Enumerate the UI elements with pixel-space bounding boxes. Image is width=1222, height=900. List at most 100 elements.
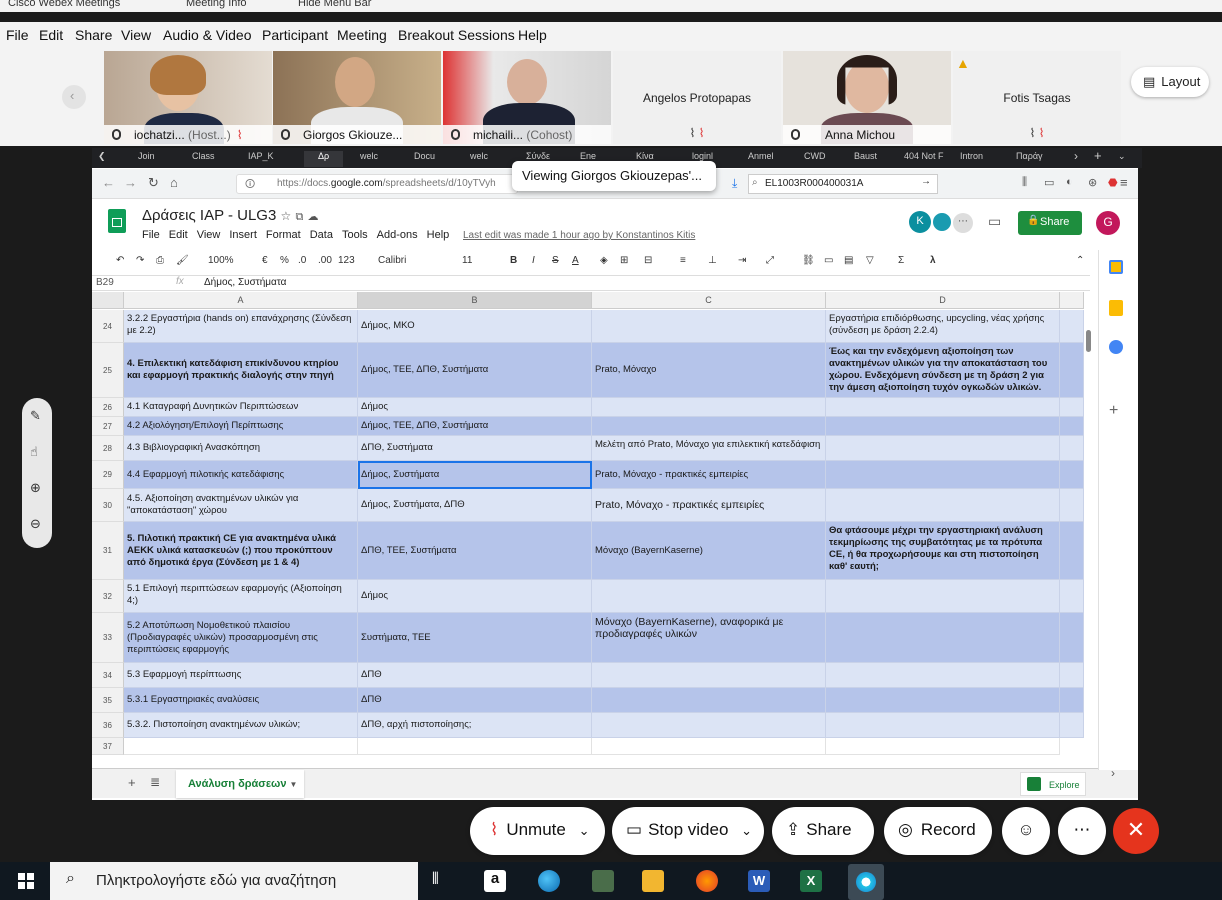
bold-icon[interactable]: B <box>510 255 517 266</box>
calendar-icon[interactable] <box>1109 260 1123 274</box>
cell[interactable]: 4.4 Εφαρμογή πιλοτικής κατεδάφισης <box>124 461 358 489</box>
menu-edit[interactable]: Edit <box>39 27 63 43</box>
browser-tab[interactable]: Class <box>192 151 215 167</box>
menu-participant[interactable]: Participant <box>262 27 328 43</box>
word-icon[interactable]: W <box>748 870 770 892</box>
taskbar-search-field[interactable]: ⌕ Πληκτρολογήστε εδώ για αναζήτηση <box>50 862 418 900</box>
hamburger-menu-icon[interactable]: ≡ <box>1120 175 1128 190</box>
sidebar-icon[interactable]: ▭ <box>1044 176 1054 189</box>
windows-start-icon[interactable] <box>18 873 34 889</box>
row-number[interactable]: 37 <box>92 738 124 755</box>
cell[interactable]: Μελέτη από Prato, Μόναχο για επιλεκτική … <box>592 436 826 461</box>
participant-tile[interactable]: Fotis Tsagas ⌇ ⌇ <box>953 51 1121 144</box>
comments-icon[interactable]: ▭ <box>988 213 1001 230</box>
edge-icon[interactable] <box>538 870 560 892</box>
stop-video-button[interactable]: ▭ Stop video ⌄ <box>612 807 764 855</box>
cell[interactable]: 4.1 Καταγραφή Δυνητικών Περιπτώσεων <box>124 398 358 417</box>
zoom-out-icon[interactable]: ⊖ <box>30 516 41 532</box>
chevron-down-icon[interactable]: ⌄ <box>579 823 590 838</box>
cell[interactable]: 5.3 Εφαρμογή περίπτωσης <box>124 663 358 688</box>
cell[interactable] <box>592 713 826 738</box>
cell[interactable] <box>826 613 1060 663</box>
sheets-menu-tools[interactable]: Tools <box>342 229 368 241</box>
cell[interactable] <box>592 688 826 713</box>
browser-tab[interactable]: Intron <box>960 151 983 167</box>
cell[interactable] <box>592 580 826 613</box>
sheets-menu-help[interactable]: Help <box>427 229 450 241</box>
row-number[interactable]: 24 <box>92 310 124 343</box>
cell[interactable] <box>1060 663 1084 688</box>
add-on-plus-icon[interactable]: + <box>1109 402 1118 420</box>
cell[interactable] <box>826 398 1060 417</box>
cell[interactable] <box>826 738 1060 755</box>
collaborator-avatar[interactable]: K <box>909 211 931 233</box>
cell[interactable]: ΔΠΘ, ΤΕΕ, Συστήματα <box>358 522 592 580</box>
cell[interactable] <box>1060 489 1084 522</box>
row-number[interactable]: 27 <box>92 417 124 436</box>
collapse-toolbar-icon[interactable]: ⌃ <box>1076 255 1084 266</box>
add-sheet-icon[interactable]: + <box>128 775 136 790</box>
store-icon[interactable] <box>592 870 614 892</box>
keep-icon[interactable] <box>1109 300 1123 316</box>
font-size-select[interactable]: 11 <box>462 255 472 266</box>
share-screen-button[interactable]: ⇪ Share <box>772 807 874 855</box>
vertical-scrollbar-thumb[interactable] <box>1086 330 1091 352</box>
back-icon[interactable]: ← <box>102 175 115 190</box>
amazon-icon[interactable]: a <box>484 870 506 892</box>
row-number[interactable]: 32 <box>92 580 124 613</box>
cell[interactable]: 5.3.2. Πιστοποίηση ανακτημένων υλικών; <box>124 713 358 738</box>
reload-icon[interactable]: ↻ <box>148 175 159 191</box>
document-title[interactable]: Δράσεις IAP - ULG3 ☆ ⧉ ☁ <box>142 207 318 224</box>
cell[interactable]: Συστήματα, ΤΕΕ <box>358 613 592 663</box>
strikethrough-icon[interactable]: S <box>552 255 559 266</box>
participant-tile[interactable]: iochatzi... (Host...) ⌇ <box>104 51 272 144</box>
text-rotation-icon[interactable]: ⤢ <box>766 255 774 266</box>
tab-list-icon[interactable]: ⌄ <box>1118 151 1126 167</box>
scroll-left-button[interactable]: ‹ <box>62 85 86 109</box>
cell[interactable] <box>826 663 1060 688</box>
browser-tab[interactable]: Join <box>138 151 155 167</box>
cell[interactable] <box>1060 436 1084 461</box>
redo-icon[interactable]: ↷ <box>136 255 144 266</box>
column-header-d[interactable]: D <box>826 292 1060 309</box>
horizontal-align-icon[interactable]: ≡ <box>680 255 686 266</box>
participant-tile-active[interactable]: michaili... (Cohost) <box>443 51 611 144</box>
hide-menu-bar-button[interactable]: Hide Menu Bar <box>298 0 371 9</box>
reactions-button[interactable]: ☺ <box>1002 807 1050 855</box>
column-header-b[interactable]: B <box>358 292 592 309</box>
row-number[interactable]: 35 <box>92 688 124 713</box>
cell[interactable] <box>592 663 826 688</box>
fill-color-icon[interactable]: ◈ <box>600 255 608 266</box>
extension-icon[interactable]: ◐ <box>1066 176 1073 188</box>
row-number[interactable]: 26 <box>92 398 124 417</box>
cell[interactable]: 5.2 Αποτύπωση Νομοθετικού πλαισίου (Προδ… <box>124 613 358 663</box>
library-icon[interactable]: ⫼ <box>1022 176 1027 189</box>
sheet-tab-active[interactable]: Ανάλυση δράσεων ▼ <box>176 770 304 798</box>
cell[interactable] <box>1060 310 1084 343</box>
firefox-icon[interactable] <box>696 870 718 892</box>
row-number[interactable]: 25 <box>92 343 124 398</box>
menu-share[interactable]: Share <box>75 27 112 43</box>
cell[interactable]: Έως και την ενδεχόμενη αξιοποίηση των αν… <box>826 343 1060 398</box>
vertical-align-icon[interactable]: ⊥ <box>708 255 717 266</box>
text-color-icon[interactable]: A <box>572 255 579 266</box>
browser-tab[interactable]: welc <box>470 151 488 167</box>
percent-format-button[interactable]: % <box>280 255 289 266</box>
row-number[interactable]: 34 <box>92 663 124 688</box>
cell[interactable]: 4.5. Αξιοποίηση ανακτημένων υλικών για "… <box>124 489 358 522</box>
menu-help[interactable]: Help <box>518 27 547 43</box>
row-number[interactable]: 33 <box>92 613 124 663</box>
undo-icon[interactable]: ↶ <box>116 255 124 266</box>
adblock-icon[interactable]: ⬣ <box>1108 176 1118 189</box>
cell[interactable]: Εργαστήρια επιδιόρθωσης, upcycling, νέας… <box>826 310 1060 343</box>
filter-icon[interactable]: ▽ <box>866 255 874 266</box>
sheets-menu-view[interactable]: View <box>197 229 221 241</box>
cell[interactable]: 3.2.2 Εργαστήρια (hands on) επανάχρησης … <box>124 310 358 343</box>
currency-format-button[interactable]: € <box>262 255 268 266</box>
file-explorer-icon[interactable] <box>642 870 664 892</box>
browser-tab[interactable]: IAP_K <box>248 151 274 167</box>
menu-audio-video[interactable]: Audio & Video <box>163 27 251 43</box>
more-formats-select[interactable]: 123 <box>338 255 355 266</box>
record-button[interactable]: ◎ Record <box>884 807 992 855</box>
annotate-icon[interactable]: ✎ <box>30 408 41 424</box>
